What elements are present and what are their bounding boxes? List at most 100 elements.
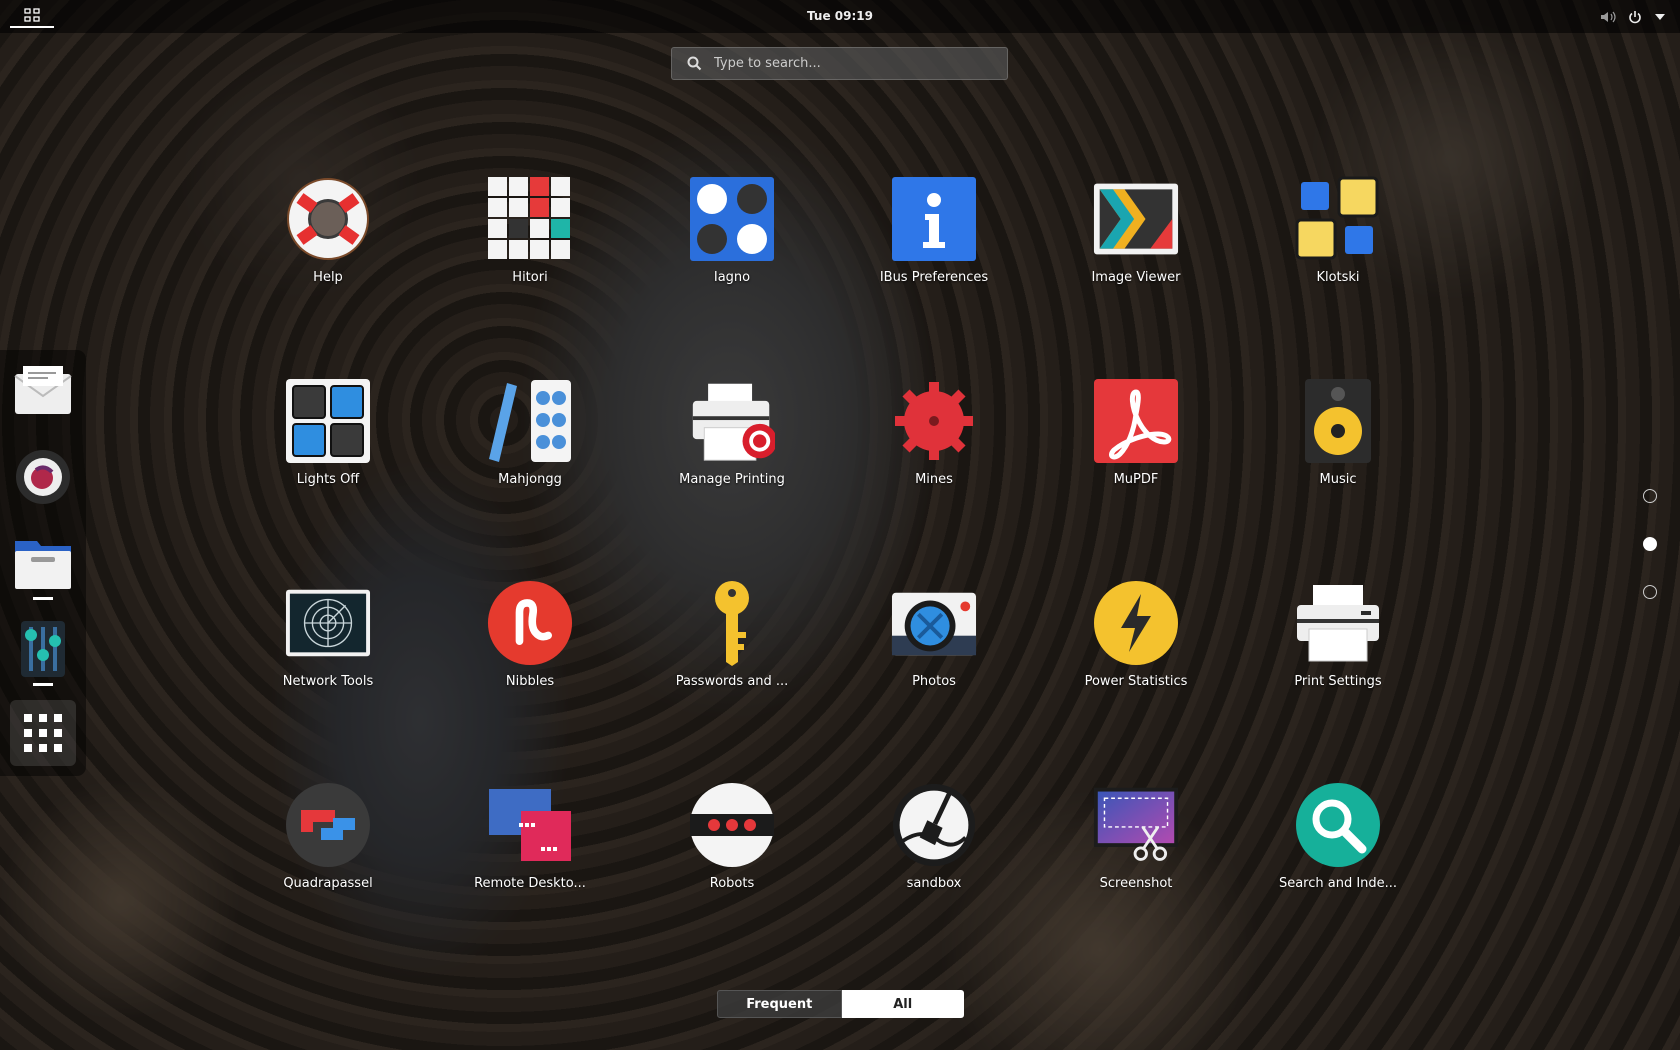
app-label: Remote Deskto... [474, 876, 586, 891]
sliders-icon [21, 621, 65, 677]
search-input[interactable] [712, 55, 996, 72]
app-label: Help [313, 270, 343, 285]
robots-icon [690, 783, 774, 867]
app-mines[interactable]: Mines [834, 378, 1034, 498]
app-label: Photos [912, 674, 956, 689]
all-button[interactable]: All [841, 990, 964, 1018]
lightning-icon [1094, 581, 1178, 665]
app-label: Image Viewer [1091, 270, 1181, 285]
iagno-board-icon [690, 177, 774, 261]
browser-icon [16, 450, 70, 504]
tetromino-icon [286, 783, 370, 867]
app-label: Network Tools [282, 674, 374, 689]
app-grid-icon [24, 714, 62, 752]
mine-icon [895, 382, 973, 460]
radar-icon [285, 589, 371, 657]
app-label: Lights Off [296, 472, 360, 487]
app-passwords-and-keys[interactable]: Passwords and ... [632, 580, 832, 700]
printer-icon [1297, 585, 1379, 662]
app-label: Manage Printing [679, 472, 785, 487]
search-box[interactable] [671, 47, 1008, 80]
app-label: MuPDF [1113, 472, 1159, 487]
view-switch: Frequent All [717, 990, 964, 1018]
mahjongg-tiles-icon [489, 380, 571, 462]
page-indicator-1[interactable] [1643, 489, 1657, 503]
app-power-statistics[interactable]: Power Statistics [1036, 580, 1236, 700]
volume-icon [1601, 11, 1616, 22]
app-mahjongg[interactable]: Mahjongg [430, 378, 630, 498]
app-label: sandbox [906, 876, 962, 891]
app-search-and-indexing[interactable]: Search and Inde... [1238, 782, 1438, 902]
app-label: IBus Preferences [879, 270, 989, 285]
activities-button[interactable] [10, 4, 54, 28]
app-label: Search and Inde... [1278, 876, 1398, 891]
running-indicator [33, 597, 53, 600]
app-screenshot[interactable]: Screenshot [1036, 782, 1236, 902]
app-iagno[interactable]: Iagno [632, 176, 832, 296]
app-label: Robots [709, 876, 755, 891]
app-remote-desktop[interactable]: Remote Deskto... [430, 782, 630, 902]
app-nibbles[interactable]: Nibbles [430, 580, 630, 700]
app-label: Quadrapassel [283, 876, 373, 891]
dash-files-app[interactable] [10, 530, 76, 600]
app-network-tools[interactable]: Network Tools [228, 580, 428, 700]
app-label: Print Settings [1294, 674, 1382, 689]
lifebuoy-icon [287, 178, 369, 260]
app-hitori[interactable]: Hitori [430, 176, 630, 296]
pdf-icon [1094, 379, 1178, 463]
screenshot-icon [1093, 787, 1179, 861]
dash-mail-app[interactable] [10, 358, 76, 424]
app-label: Nibbles [505, 674, 555, 689]
power-icon [1629, 10, 1641, 23]
search-icon [687, 56, 702, 70]
app-robots[interactable]: Robots [632, 782, 832, 902]
printer-manage-icon [692, 383, 775, 461]
dash [0, 350, 86, 776]
app-mupdf[interactable]: MuPDF [1036, 378, 1236, 498]
app-grid-icon [24, 8, 40, 22]
sandbox-shovel-icon [892, 783, 976, 867]
page-indicator-2[interactable] [1643, 537, 1657, 551]
app-print-settings[interactable]: Print Settings [1238, 580, 1438, 700]
app-manage-printing[interactable]: Manage Printing [632, 378, 832, 498]
running-indicator [33, 683, 53, 686]
app-label: Hitori [512, 270, 548, 285]
top-bar: Tue 09:19 [0, 0, 1680, 33]
info-icon [892, 177, 976, 261]
mail-icon [14, 366, 72, 414]
app-image-viewer[interactable]: Image Viewer [1036, 176, 1236, 296]
app-label: Mahjongg [498, 472, 562, 487]
app-quadrapassel[interactable]: Quadrapassel [228, 782, 428, 902]
remote-desktop-icon [489, 789, 571, 861]
app-ibus-preferences[interactable]: IBus Preferences [834, 176, 1034, 296]
app-label: Mines [915, 472, 953, 487]
dash-browser-app[interactable] [10, 444, 76, 510]
key-icon [715, 581, 749, 666]
app-photos[interactable]: Photos [834, 580, 1034, 700]
folder-icon [15, 541, 71, 589]
app-music[interactable]: Music [1238, 378, 1438, 498]
dash-tweaks-app[interactable] [10, 616, 76, 686]
app-label: Iagno [713, 270, 751, 285]
magnifier-icon [1296, 783, 1380, 867]
app-label: Passwords and ... [675, 674, 789, 689]
app-label: Klotski [1316, 270, 1360, 285]
app-label: Music [1319, 472, 1357, 487]
image-viewer-icon [1093, 183, 1179, 255]
chevron-down-icon [1655, 13, 1665, 20]
speaker-icon [1305, 379, 1371, 463]
app-lights-off[interactable]: Lights Off [228, 378, 428, 498]
system-tray[interactable] [1600, 0, 1666, 33]
frequent-button[interactable]: Frequent [717, 990, 842, 1018]
nibbles-worm-icon [487, 580, 573, 666]
hitori-grid-icon [488, 177, 570, 259]
app-klotski[interactable]: Klotski [1238, 176, 1438, 296]
lights-off-icon [286, 379, 370, 463]
show-applications-button[interactable] [10, 700, 76, 766]
app-sandbox[interactable]: sandbox [834, 782, 1034, 902]
app-help[interactable]: Help [228, 176, 428, 296]
camera-icon [891, 592, 977, 656]
app-label: Screenshot [1099, 876, 1173, 891]
clock[interactable]: Tue 09:19 [807, 9, 873, 23]
page-indicator-3[interactable] [1643, 585, 1657, 599]
